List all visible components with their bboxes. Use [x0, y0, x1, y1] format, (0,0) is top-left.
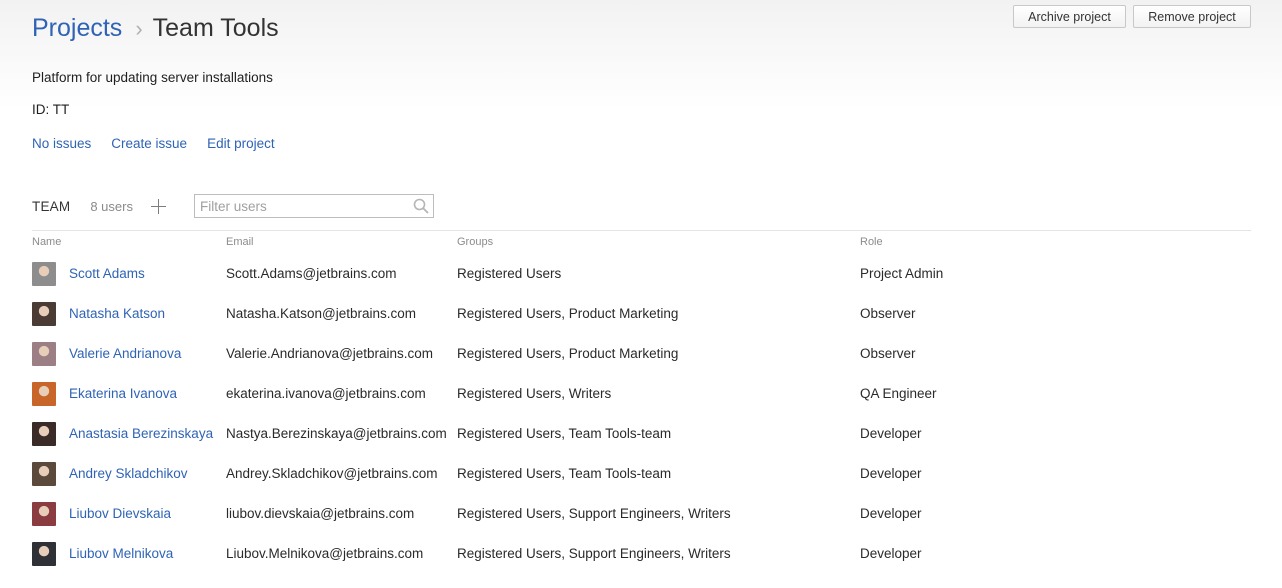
project-id: ID: TT [32, 102, 70, 117]
page-title: Team Tools [152, 14, 279, 42]
breadcrumb: Projects › Team Tools [32, 14, 279, 43]
create-issue-link[interactable]: Create issue [111, 136, 187, 151]
project-description: Platform for updating server installatio… [32, 70, 273, 85]
table-row: Scott Adams Scott.Adams@jetbrains.com Re… [32, 254, 1252, 294]
table-row: Anastasia Berezinskaya Nastya.Berezinska… [32, 414, 1252, 454]
user-email: Andrey.Skladchikov@jetbrains.com [226, 466, 438, 481]
remove-project-button[interactable]: Remove project [1133, 5, 1251, 28]
column-header-role: Role [860, 236, 883, 248]
user-groups: Registered Users, Team Tools-team [457, 466, 672, 481]
edit-project-link[interactable]: Edit project [207, 136, 275, 151]
user-name-link[interactable]: Ekaterina Ivanova [69, 386, 177, 401]
user-role: Developer [860, 506, 922, 521]
breadcrumb-separator: › [135, 15, 143, 41]
user-email: ekaterina.ivanova@jetbrains.com [226, 386, 426, 401]
user-groups: Registered Users, Writers [457, 386, 612, 401]
avatar [32, 542, 56, 566]
no-issues-link[interactable]: No issues [32, 136, 91, 151]
user-email: Natasha.Katson@jetbrains.com [226, 306, 417, 321]
user-role: QA Engineer [860, 386, 937, 401]
user-groups: Registered Users, Team Tools-team [457, 426, 672, 441]
avatar [32, 342, 56, 366]
team-divider [32, 230, 1251, 231]
user-name-link[interactable]: Natasha Katson [69, 306, 165, 321]
user-groups: Registered Users, Product Marketing [457, 346, 679, 361]
team-heading: TEAM [32, 198, 71, 214]
user-name-link[interactable]: Anastasia Berezinskaya [69, 426, 213, 441]
search-icon[interactable] [413, 198, 429, 214]
user-role: Observer [860, 346, 916, 361]
filter-users-field [193, 194, 434, 218]
table-row: Andrey Skladchikov Andrey.Skladchikov@je… [32, 454, 1252, 494]
avatar [32, 302, 56, 326]
table-row: Ekaterina Ivanova ekaterina.ivanova@jetb… [32, 374, 1252, 414]
project-links: No issues Create issue Edit project [32, 136, 275, 151]
project-actions-toolbar: Archive project Remove project [1013, 5, 1251, 28]
team-toolbar: TEAM 8 users [32, 194, 434, 218]
user-role: Observer [860, 306, 916, 321]
user-name-link[interactable]: Liubov Dievskaia [69, 506, 171, 521]
table-row: Liubov Melnikova Liubov.Melnikova@jetbra… [32, 534, 1252, 574]
avatar [32, 462, 56, 486]
table-row: Natasha Katson Natasha.Katson@jetbrains.… [32, 294, 1252, 334]
user-email: Scott.Adams@jetbrains.com [226, 266, 397, 281]
user-email: Valerie.Andrianova@jetbrains.com [226, 346, 434, 361]
user-email: Liubov.Melnikova@jetbrains.com [226, 546, 424, 561]
avatar [32, 262, 56, 286]
add-user-icon[interactable] [150, 198, 167, 215]
user-email: liubov.dievskaia@jetbrains.com [226, 506, 415, 521]
avatar [32, 502, 56, 526]
user-groups: Registered Users, Product Marketing [457, 306, 679, 321]
avatar [32, 422, 56, 446]
user-email: Nastya.Berezinskaya@jetbrains.com [226, 426, 447, 441]
user-groups: Registered Users, Support Engineers, Wri… [457, 546, 731, 561]
column-header-groups: Groups [457, 236, 494, 248]
user-role: Project Admin [860, 266, 944, 281]
archive-project-button[interactable]: Archive project [1013, 5, 1126, 28]
team-user-count: 8 users [90, 198, 133, 214]
table-row: Liubov Dievskaia liubov.dievskaia@jetbra… [32, 494, 1252, 534]
filter-users-input[interactable] [193, 194, 434, 218]
user-role: Developer [860, 426, 922, 441]
user-name-link[interactable]: Andrey Skladchikov [69, 466, 188, 481]
user-role: Developer [860, 546, 922, 561]
user-groups: Registered Users, Support Engineers, Wri… [457, 506, 731, 521]
column-header-name: Name [32, 236, 62, 248]
breadcrumb-projects-link[interactable]: Projects [32, 14, 122, 43]
user-name-link[interactable]: Scott Adams [69, 266, 145, 281]
table-row: Valerie Andrianova Valerie.Andrianova@je… [32, 334, 1252, 374]
avatar [32, 382, 56, 406]
team-users-table: Scott Adams Scott.Adams@jetbrains.com Re… [32, 254, 1252, 574]
column-header-email: Email [226, 236, 254, 248]
user-role: Developer [860, 466, 922, 481]
user-name-link[interactable]: Liubov Melnikova [69, 546, 173, 561]
user-groups: Registered Users [457, 266, 562, 281]
user-name-link[interactable]: Valerie Andrianova [69, 346, 181, 361]
